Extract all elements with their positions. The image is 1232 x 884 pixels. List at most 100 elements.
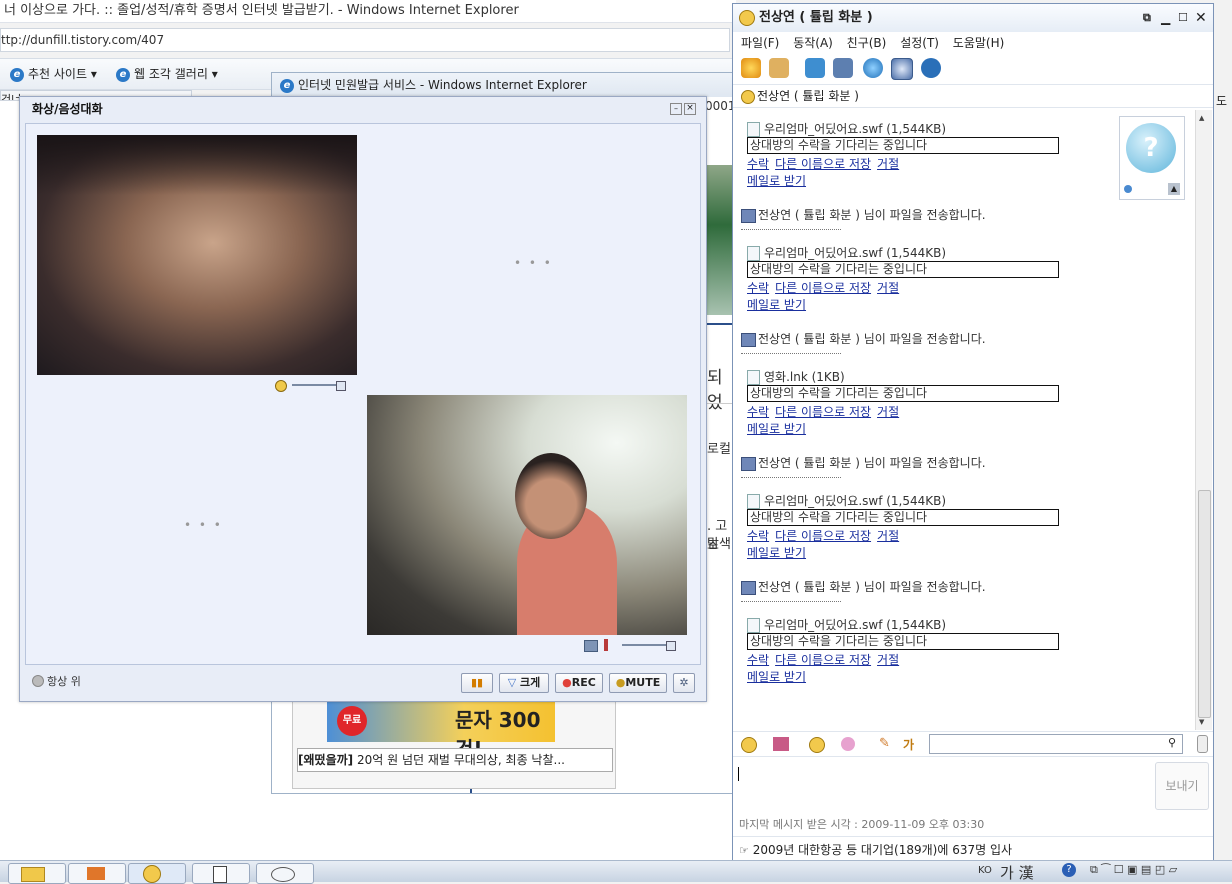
flash-con-icon[interactable]: [773, 737, 789, 751]
microphone-icon[interactable]: [604, 639, 608, 651]
ime-indicator[interactable]: 가 漢: [1000, 862, 1034, 883]
save-as-link[interactable]: 다른 이름으로 저장: [775, 281, 871, 295]
send-button[interactable]: 보내기: [1155, 762, 1209, 810]
floppy-icon: [741, 332, 756, 347]
floppy-icon: [741, 580, 756, 595]
font-icon[interactable]: 가: [903, 736, 914, 753]
chat-scrollbar[interactable]: ▲ ▼: [1195, 110, 1212, 730]
address-bar[interactable]: ttp://dunfill.tistory.com/407: [0, 28, 730, 52]
screen-share-icon[interactable]: [833, 58, 853, 78]
video-face: [515, 453, 587, 539]
settings-button[interactable]: ✲: [673, 673, 695, 693]
decline-link[interactable]: 거절: [877, 653, 899, 667]
speaker-icon[interactable]: [275, 380, 287, 392]
record-button[interactable]: ●REC: [555, 673, 603, 693]
headset-icon[interactable]: [921, 58, 941, 78]
always-on-top-label[interactable]: 항상 위: [47, 673, 81, 689]
receive-by-mail-link[interactable]: 메일로 받기: [747, 670, 806, 684]
emoticon-icon[interactable]: [741, 737, 757, 753]
menu-file[interactable]: 파일(F): [741, 36, 779, 50]
restore-icon[interactable]: ⧉: [1143, 4, 1151, 32]
accept-link[interactable]: 수락: [747, 405, 769, 419]
accept-link[interactable]: 수락: [747, 157, 769, 171]
send-file-icon[interactable]: [769, 58, 789, 78]
receive-by-mail-link[interactable]: 메일로 받기: [747, 546, 806, 560]
chevron-up-icon[interactable]: ▲: [1168, 183, 1180, 195]
divider: [741, 229, 841, 230]
maximize-icon[interactable]: ☐: [1178, 4, 1188, 32]
fav-recommended-sites[interactable]: e 추천 사이트 ▾: [10, 65, 97, 82]
messenger-ad[interactable]: ☞ 2009년 대한항공 등 대기업(189개)에 637명 입사: [733, 836, 1213, 862]
scroll-thumb[interactable]: [1198, 490, 1211, 718]
decline-link[interactable]: 거절: [877, 405, 899, 419]
news-ticker[interactable]: [왜떴을까] 20억 원 넘던 재벌 무대의상, 최종 낙찰...: [297, 748, 613, 772]
receive-by-mail-link[interactable]: 메일로 받기: [747, 422, 806, 436]
signal-button[interactable]: ▮▮: [461, 673, 493, 693]
system-message-text: 전상연 ( 튤립 화분 ) 님이 파일을 전송합니다.: [758, 580, 986, 594]
action-con-icon[interactable]: [809, 737, 825, 753]
message-input[interactable]: [733, 756, 1213, 813]
receive-by-mail-link[interactable]: 메일로 받기: [747, 298, 806, 312]
accept-link[interactable]: 수락: [747, 281, 769, 295]
close-icon[interactable]: ×: [684, 103, 696, 115]
scroll-up-icon[interactable]: ▲: [1199, 114, 1204, 122]
menu-friends[interactable]: 친구(B): [847, 36, 887, 50]
save-as-link[interactable]: 다른 이름으로 저장: [775, 653, 871, 667]
video-chat-window: 화상/음성대화 – × • • • • • • 항상 위 ▮▮ ▽ 크게 ●RE…: [19, 96, 707, 702]
minimize-icon[interactable]: ▁: [1161, 4, 1170, 32]
civil-service-title-bar: e 인터넷 민원발급 서비스 - Windows Internet Explore…: [272, 73, 733, 97]
fav-web-gallery[interactable]: e웹 조각 갤러리 ▾: [116, 65, 218, 82]
radio-icon[interactable]: [32, 675, 44, 687]
add-friend-icon[interactable]: [741, 58, 761, 78]
civil-service-title: 인터넷 민원발급 서비스 - Windows Internet Explorer: [298, 78, 587, 92]
contact-avatar[interactable]: ? ▲: [1119, 116, 1185, 200]
file-name: 우리엄마_어딨어요.swf (1,544KB): [747, 244, 946, 261]
local-video: [367, 395, 687, 635]
menu-action[interactable]: 동작(A): [793, 36, 833, 50]
snippet: 로컬: [707, 442, 731, 457]
decline-link[interactable]: 거절: [877, 529, 899, 543]
save-as-link[interactable]: 다른 이름으로 저장: [775, 529, 871, 543]
accept-link[interactable]: 수락: [747, 529, 769, 543]
mic-volume-slider[interactable]: [622, 641, 678, 651]
minimize-icon[interactable]: –: [670, 103, 682, 115]
accept-link[interactable]: 수락: [747, 653, 769, 667]
system-message: 전상연 ( 튤립 화분 ) 님이 파일을 전송합니다.: [741, 578, 986, 595]
flower-icon[interactable]: [841, 737, 855, 751]
photo-icon[interactable]: [805, 58, 825, 78]
save-as-link[interactable]: 다른 이름으로 저장: [775, 157, 871, 171]
snippet: 되었: [707, 368, 723, 413]
mute-button[interactable]: ●MUTE: [609, 673, 667, 693]
divider: [705, 323, 733, 325]
divider: [741, 601, 841, 602]
menu-help[interactable]: 도움말(H): [953, 36, 1005, 50]
save-as-link[interactable]: 다른 이름으로 저장: [775, 405, 871, 419]
mute-icon: ●: [615, 676, 626, 689]
decline-link[interactable]: 거절: [877, 157, 899, 171]
camera-icon[interactable]: [584, 640, 598, 652]
chat-area: 우리엄마_어딨어요.swf (1,544KB) 상대방의 수락을 기다리는 중입…: [733, 110, 1195, 730]
receive-by-mail-link[interactable]: 메일로 받기: [747, 174, 806, 188]
menu-settings[interactable]: 설정(T): [900, 36, 939, 50]
file-icon: [747, 618, 760, 633]
mail-action: 메일로 받기: [747, 296, 812, 313]
messenger-menu: 파일(F) 동작(A) 친구(B) 설정(T) 도움말(H): [741, 34, 1014, 51]
close-icon[interactable]: ✕: [1195, 4, 1207, 32]
ad-panel: 무료 문자 300건! [왜떴을까] 20억 원 넘던 재벌 무대의상, 최종 …: [292, 693, 616, 789]
record-icon: ●: [562, 676, 572, 689]
scroll-down-icon[interactable]: ▼: [1199, 718, 1204, 726]
volume-slider[interactable]: [292, 381, 348, 391]
video-panel: • • • • • •: [25, 123, 701, 665]
waiting-status: 상대방의 수락을 기다리는 중입니다: [747, 261, 1059, 278]
news-headline: 20억 원 넘던 재벌 무대의상, 최종 낙찰...: [356, 753, 565, 767]
help-icon[interactable]: ?: [1062, 863, 1076, 877]
search-icon[interactable]: ⚲: [1168, 736, 1176, 749]
search-input[interactable]: ⚲: [929, 734, 1183, 754]
video-call-icon[interactable]: [891, 58, 913, 80]
enlarge-button[interactable]: ▽ 크게: [499, 673, 549, 693]
decline-link[interactable]: 거절: [877, 281, 899, 295]
pen-icon[interactable]: ✎: [879, 737, 893, 751]
empty-video-slot: • • •: [514, 256, 553, 270]
language-indicator[interactable]: KO: [978, 865, 992, 876]
call-icon[interactable]: [863, 58, 883, 78]
